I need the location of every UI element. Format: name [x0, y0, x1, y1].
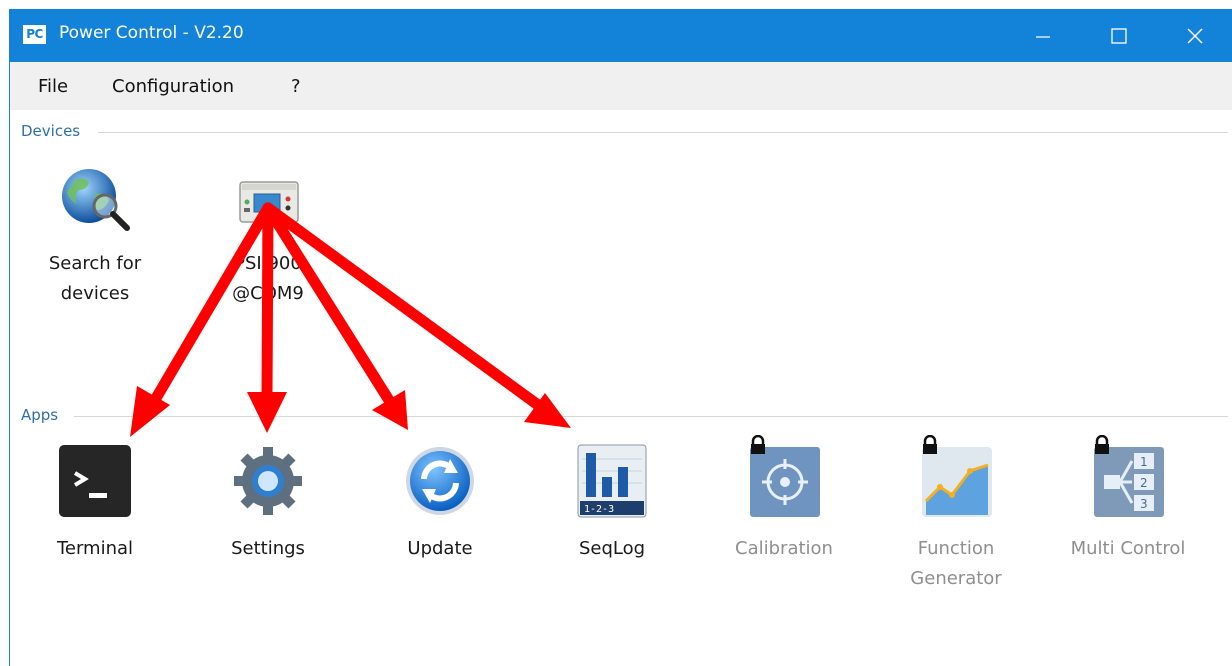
svg-text:1: 1	[1140, 455, 1148, 469]
apps-section-label: Apps	[21, 406, 65, 424]
menu-configuration[interactable]: Configuration	[112, 76, 234, 97]
svg-text:3: 3	[1140, 497, 1148, 511]
menu-bar: File Configuration ?	[10, 62, 1232, 110]
device-label-line1: PSI 900	[234, 253, 302, 274]
globe-search-icon	[62, 169, 130, 231]
app-label-line1: Calibration	[735, 538, 833, 559]
device-psi-tile[interactable]: PSI 900 @COM9	[188, 164, 348, 314]
title-bar[interactable]: PC Power Control - V2.20	[10, 9, 1232, 62]
menu-file[interactable]: File	[38, 76, 68, 97]
close-button[interactable]	[1157, 9, 1232, 62]
device-label-line2: devices	[60, 283, 130, 304]
power-supply-icon	[239, 181, 299, 223]
app-label-line1: SeqLog	[578, 538, 646, 559]
device-label-line2: @COM9	[232, 283, 304, 304]
window-title: Power Control - V2.20	[59, 23, 244, 43]
seqlog-icon: 1-2-3	[577, 444, 647, 518]
devices-divider	[98, 132, 1228, 133]
lock-icon	[751, 435, 765, 454]
terminal-icon	[59, 445, 131, 517]
device-label-line1: Search for	[48, 253, 142, 274]
svg-text:1-2-3: 1-2-3	[584, 504, 614, 515]
maximize-icon	[1111, 27, 1127, 44]
app-label-line1: Terminal	[56, 538, 134, 559]
minimize-icon	[1036, 35, 1050, 38]
lock-icon	[923, 435, 937, 454]
app-update-tile[interactable]: Update	[360, 441, 520, 601]
menu-help[interactable]: ?	[291, 76, 301, 97]
app-label-line1: Function	[917, 538, 995, 559]
app-label-line1: Update	[407, 538, 473, 559]
update-icon	[406, 447, 474, 515]
app-calibration-tile[interactable]: Calibration	[704, 435, 864, 601]
gear-icon	[234, 447, 302, 515]
device-search-tile[interactable]: Search for devices	[15, 164, 175, 314]
app-terminal-tile[interactable]: Terminal	[15, 441, 175, 601]
devices-section-label: Devices	[21, 122, 87, 140]
maximize-button[interactable]	[1081, 9, 1157, 62]
svg-text:2: 2	[1140, 476, 1148, 490]
app-settings-tile[interactable]: Settings	[188, 441, 348, 601]
app-label-line1: Multi Control	[1070, 538, 1186, 559]
minimize-button[interactable]	[1005, 9, 1081, 62]
app-seqlog-tile[interactable]: 1-2-3 SeqLog	[532, 441, 692, 601]
app-label-line1: Settings	[231, 538, 305, 559]
app-label-line2: Generator	[910, 568, 1002, 589]
app-window: PC Power Control - V2.20 File Configurat…	[9, 9, 1232, 666]
lock-icon	[1095, 435, 1109, 454]
apps-divider	[74, 416, 1228, 417]
app-function-generator-tile[interactable]: Function Generator	[876, 435, 1036, 601]
app-multi-control-tile[interactable]: 1 2 3 Multi Control	[1048, 435, 1208, 601]
app-logo-icon: PC	[23, 25, 46, 44]
close-icon	[1187, 27, 1203, 44]
